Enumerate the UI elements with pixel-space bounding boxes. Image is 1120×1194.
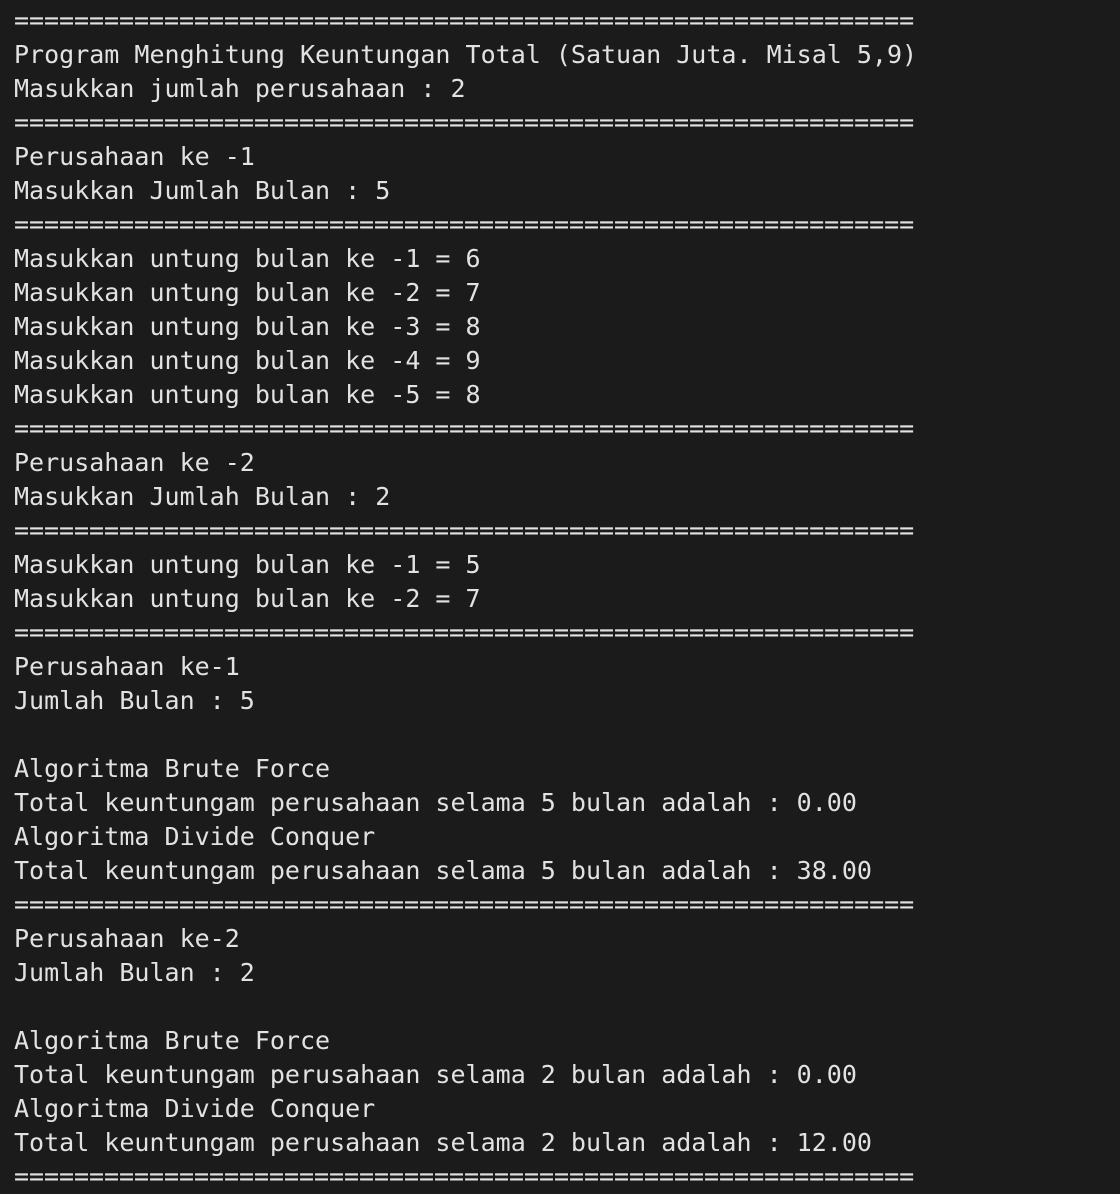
profit-input-line: Masukkan untung bulan ke -1 = 5	[14, 550, 481, 579]
company-header-line: Perusahaan ke -1	[14, 142, 255, 171]
separator-line: ========================================…	[14, 414, 915, 443]
program-title-line: Program Menghitung Keuntungan Total (Sat…	[14, 40, 918, 69]
company-header-line: Perusahaan ke -2	[14, 448, 255, 477]
result-month-count-line: Jumlah Bulan : 2	[14, 958, 255, 987]
separator-line: ========================================…	[14, 890, 915, 919]
profit-input-line: Masukkan untung bulan ke -1 = 6	[14, 244, 481, 273]
separator-line: ========================================…	[14, 618, 915, 647]
profit-input-line: Masukkan untung bulan ke -2 = 7	[14, 278, 481, 307]
algorithm-name-line: Algoritma Brute Force	[14, 754, 331, 783]
profit-input-line: Masukkan untung bulan ke -4 = 9	[14, 346, 481, 375]
profit-input-line: Masukkan untung bulan ke -2 = 7	[14, 584, 481, 613]
separator-line: ========================================…	[14, 516, 915, 545]
profit-input-line: Masukkan untung bulan ke -5 = 8	[14, 380, 481, 409]
algorithm-name-line: Algoritma Divide Conquer	[14, 1094, 376, 1123]
result-company-header-line: Perusahaan ke-2	[14, 924, 240, 953]
total-profit-line: Total keuntungam perusahaan selama 5 bul…	[14, 788, 857, 817]
profit-input-line: Masukkan untung bulan ke -3 = 8	[14, 312, 481, 341]
company-count-prompt-line: Masukkan jumlah perusahaan : 2	[14, 74, 466, 103]
month-count-prompt-line: Masukkan Jumlah Bulan : 2	[14, 482, 391, 511]
result-company-header-line: Perusahaan ke-1	[14, 652, 240, 681]
algorithm-name-line: Algoritma Divide Conquer	[14, 822, 376, 851]
total-profit-line: Total keuntungam perusahaan selama 5 bul…	[14, 856, 872, 885]
total-profit-line: Total keuntungam perusahaan selama 2 bul…	[14, 1128, 872, 1157]
separator-line: ========================================…	[14, 108, 915, 137]
separator-line: ========================================…	[14, 210, 915, 239]
result-month-count-line: Jumlah Bulan : 5	[14, 686, 255, 715]
total-profit-line: Total keuntungam perusahaan selama 2 bul…	[14, 1060, 857, 1089]
algorithm-name-line: Algoritma Brute Force	[14, 1026, 331, 1055]
terminal-output[interactable]: ========================================…	[0, 0, 1120, 1194]
separator-line: ========================================…	[14, 1162, 915, 1191]
month-count-prompt-line: Masukkan Jumlah Bulan : 5	[14, 176, 391, 205]
separator-line: ========================================…	[14, 6, 915, 35]
